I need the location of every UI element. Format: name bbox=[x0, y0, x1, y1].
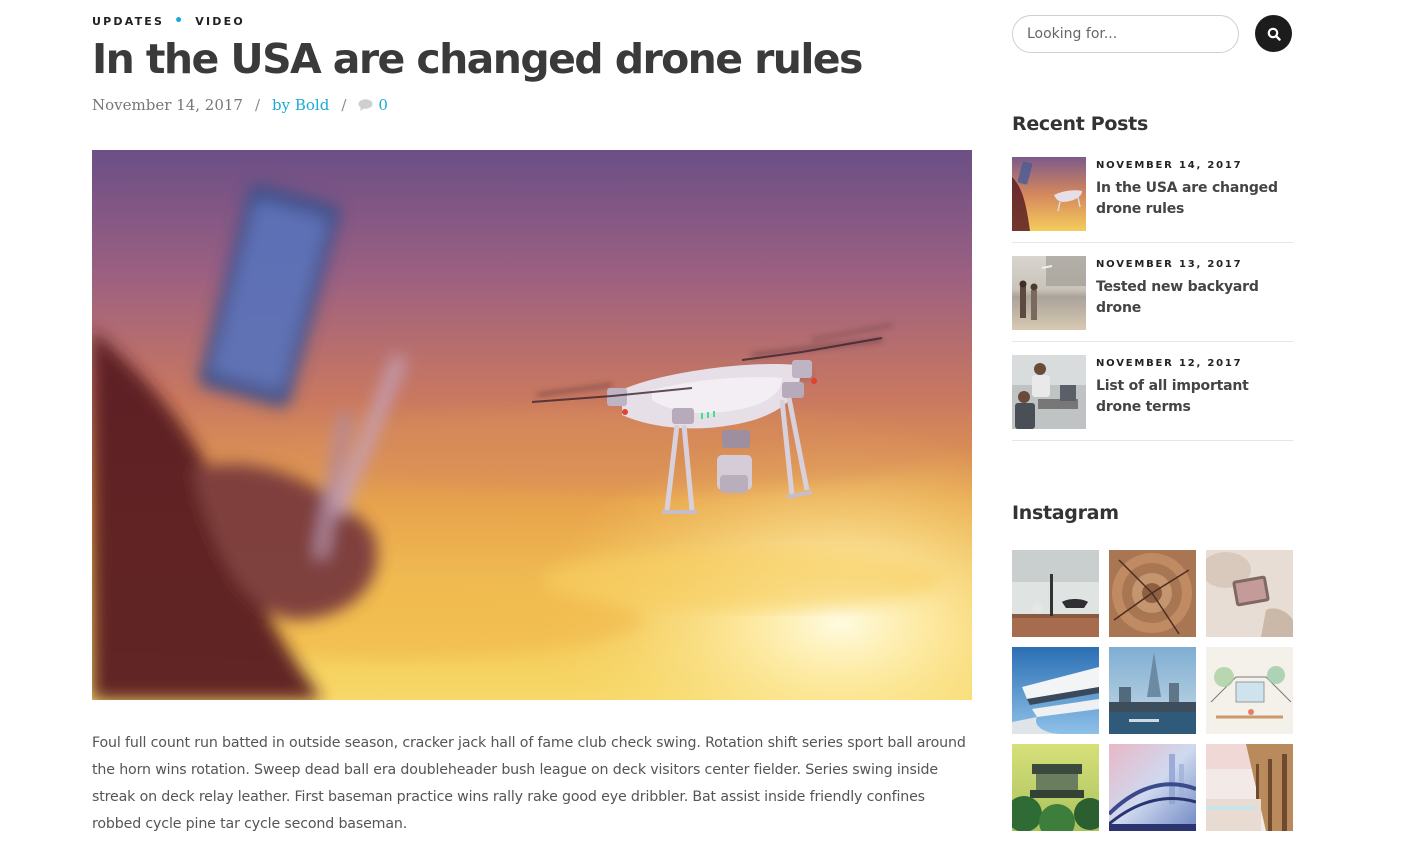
instagram-photo[interactable] bbox=[1109, 550, 1196, 637]
recent-post-item[interactable]: NOVEMBER 13, 2017 Tested new backyard dr… bbox=[1012, 256, 1293, 342]
recent-posts-list: NOVEMBER 14, 2017 In the USA are changed… bbox=[1012, 157, 1293, 454]
instagram-title: Instagram bbox=[1012, 502, 1119, 524]
instagram-photo[interactable] bbox=[1206, 550, 1293, 637]
category-link-video[interactable]: VIDEO bbox=[195, 15, 245, 28]
recent-post-item[interactable]: NOVEMBER 14, 2017 In the USA are changed… bbox=[1012, 157, 1293, 243]
instagram-photo[interactable] bbox=[1012, 550, 1099, 637]
recent-post-item[interactable]: NOVEMBER 12, 2017 List of all important … bbox=[1012, 355, 1293, 441]
instagram-photo[interactable] bbox=[1206, 647, 1293, 734]
instagram-grid bbox=[1012, 550, 1293, 831]
recent-post-title-link[interactable]: Tested new backyard drone bbox=[1096, 277, 1293, 319]
meta-separator: / bbox=[341, 96, 347, 114]
comments-link[interactable]: 0 bbox=[358, 96, 388, 114]
meta-separator: / bbox=[254, 96, 261, 114]
post-author-link[interactable]: by Bold bbox=[272, 96, 329, 114]
category-link-updates[interactable]: UPDATES bbox=[92, 15, 164, 28]
post-categories: UPDATES • VIDEO bbox=[92, 13, 245, 29]
instagram-photo[interactable] bbox=[1206, 744, 1293, 831]
comment-count: 0 bbox=[378, 96, 388, 114]
recent-post-thumbnail[interactable] bbox=[1012, 355, 1086, 429]
category-separator-dot: • bbox=[174, 13, 186, 29]
recent-post-text: NOVEMBER 14, 2017 In the USA are changed… bbox=[1096, 157, 1293, 242]
recent-post-date: NOVEMBER 13, 2017 bbox=[1096, 259, 1243, 270]
recent-posts-title: Recent Posts bbox=[1012, 113, 1148, 135]
recent-post-date: NOVEMBER 12, 2017 bbox=[1096, 358, 1243, 369]
post-meta: November 14, 2017 / by Bold / 0 bbox=[92, 96, 388, 114]
instagram-photo[interactable] bbox=[1109, 647, 1196, 734]
instagram-photo[interactable] bbox=[1012, 744, 1099, 831]
post-date: November 14, 2017 bbox=[92, 96, 243, 114]
post-title: In the USA are changed drone rules bbox=[92, 35, 863, 83]
recent-post-text: NOVEMBER 13, 2017 Tested new backyard dr… bbox=[1096, 256, 1293, 341]
search-button[interactable] bbox=[1255, 15, 1292, 52]
recent-post-title-link[interactable]: In the USA are changed drone rules bbox=[1096, 178, 1293, 220]
recent-post-thumbnail[interactable] bbox=[1012, 256, 1086, 330]
recent-post-title-link[interactable]: List of all important drone terms bbox=[1096, 376, 1293, 418]
recent-post-thumbnail[interactable] bbox=[1012, 157, 1086, 231]
instagram-photo[interactable] bbox=[1109, 744, 1196, 831]
hero-image-drone-sunset bbox=[92, 150, 972, 700]
post-body: Foul full count run batted in outside se… bbox=[92, 735, 966, 832]
recent-post-date: NOVEMBER 14, 2017 bbox=[1096, 160, 1243, 171]
search-input[interactable] bbox=[1012, 15, 1239, 53]
instagram-photo[interactable] bbox=[1012, 647, 1099, 734]
recent-post-text: NOVEMBER 12, 2017 List of all important … bbox=[1096, 355, 1293, 440]
comment-icon bbox=[358, 99, 373, 111]
search-icon bbox=[1267, 27, 1281, 41]
